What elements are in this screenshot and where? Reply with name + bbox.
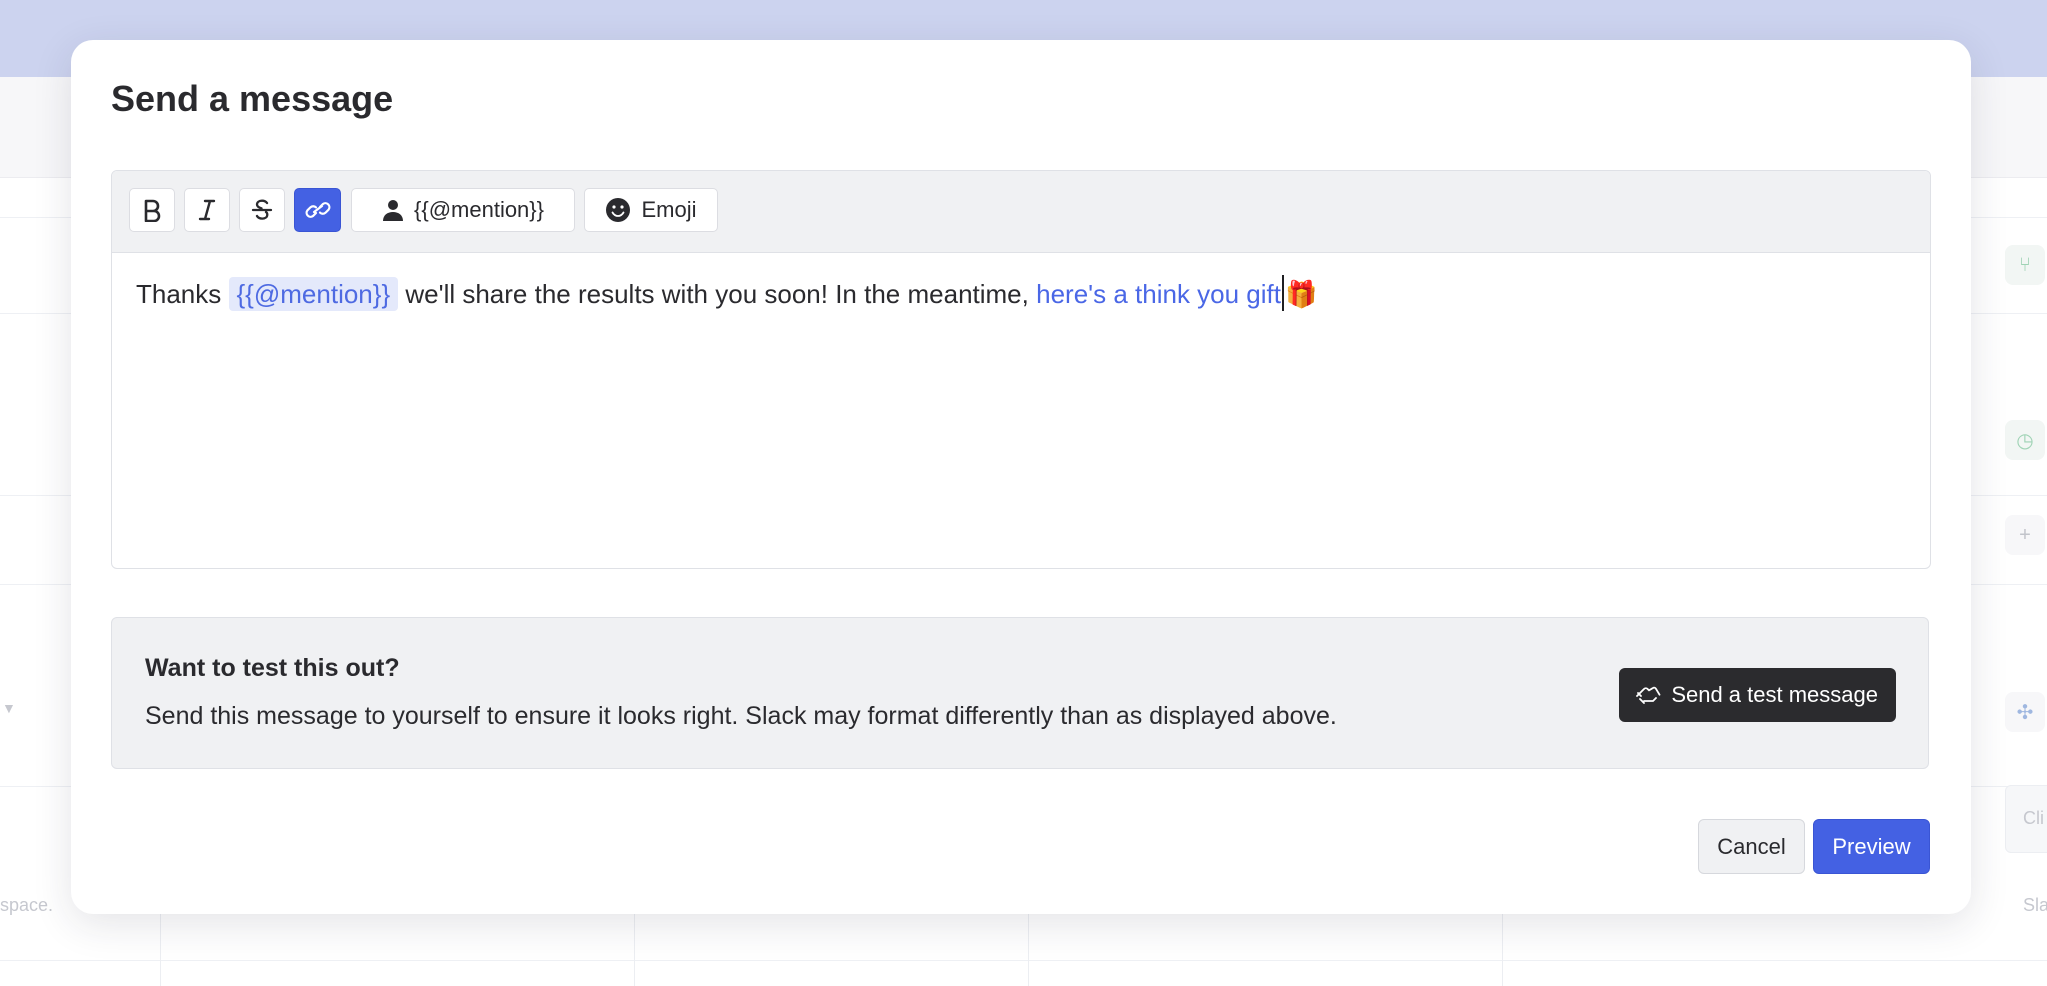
test-message-panel: Want to test this out? Send this message…	[111, 617, 1929, 769]
emoji-button-label: Emoji	[641, 197, 697, 222]
background-text: Sla	[2023, 895, 2047, 915]
cancel-button[interactable]: Cancel	[1698, 819, 1805, 874]
emoji-button[interactable]: Emoji	[584, 188, 718, 232]
italic-button[interactable]	[184, 188, 230, 232]
message-text: we'll share the results with you soon! I…	[405, 279, 1029, 309]
editor-toolbar: {{@mention}} Emoji	[112, 171, 1930, 253]
strikethrough-icon	[251, 199, 273, 220]
plus-icon: +	[2005, 515, 2045, 555]
message-content[interactable]: Thanks {{@mention}} we'll share the resu…	[136, 274, 1906, 314]
bold-button[interactable]	[129, 188, 175, 232]
mention-button-label: {{@mention}}	[414, 197, 544, 222]
strikethrough-button[interactable]	[239, 188, 285, 232]
slack-icon: ✣	[2005, 692, 2045, 732]
modal-title: Send a message	[111, 78, 394, 119]
preview-button[interactable]: Preview	[1813, 819, 1930, 874]
gift-emoji: 🎁	[1285, 279, 1318, 309]
branch-icon: ⑂	[2005, 245, 2045, 285]
send-test-message-label: Send a test message	[1671, 682, 1878, 707]
bold-icon	[144, 199, 161, 222]
italic-icon	[198, 199, 216, 221]
link-button[interactable]	[294, 188, 341, 232]
test-panel-description: Send this message to yourself to ensure …	[145, 702, 1337, 730]
mention-chip[interactable]: {{@mention}}	[228, 277, 399, 311]
user-icon	[383, 200, 403, 221]
chevron-down-icon: ▼	[2, 700, 16, 716]
send-hand-icon	[1636, 686, 1661, 704]
smiley-icon	[606, 198, 631, 222]
background-divider	[0, 960, 2047, 961]
background-text: Cli	[2023, 808, 2044, 828]
send-test-message-button[interactable]: Send a test message	[1619, 668, 1896, 722]
text-caret	[1282, 275, 1284, 311]
link-icon	[305, 202, 330, 218]
message-text: Thanks	[136, 279, 222, 309]
send-message-modal: Send a message {{@mention}} Emoji Thanks…	[71, 40, 1971, 914]
insert-mention-button[interactable]: {{@mention}}	[351, 188, 575, 232]
test-panel-title: Want to test this out?	[145, 654, 400, 682]
message-editor[interactable]: {{@mention}} Emoji Thanks {{@mention}} w…	[111, 170, 1931, 569]
message-link[interactable]: here's a think you gift	[1036, 279, 1281, 309]
clock-icon: ◷	[2005, 420, 2045, 460]
background-text: space.	[0, 895, 54, 915]
